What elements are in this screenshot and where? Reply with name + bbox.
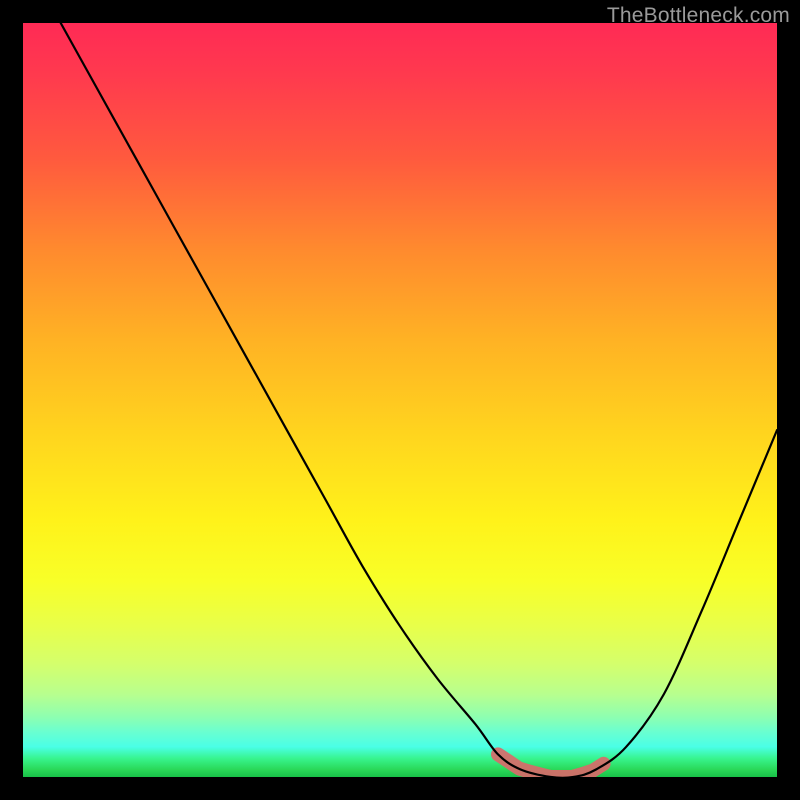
chart-container: TheBottleneck.com: [0, 0, 800, 800]
plot-area: [23, 23, 777, 777]
bottleneck-curve: [61, 23, 777, 777]
chart-svg: [23, 23, 777, 777]
highlight-segment: [498, 754, 604, 777]
